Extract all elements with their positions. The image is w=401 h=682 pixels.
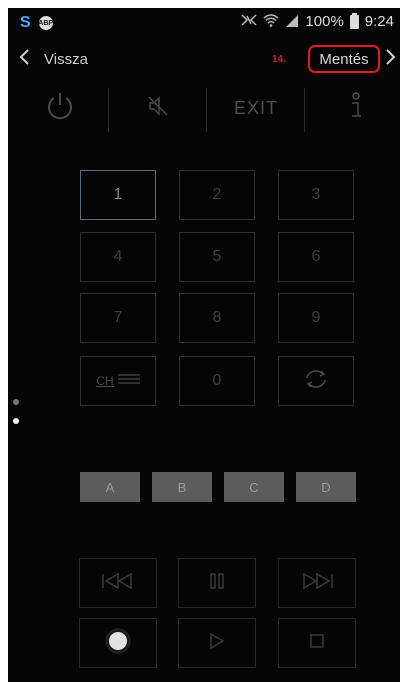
list-icon	[117, 372, 140, 390]
status-left: S ABP	[20, 14, 53, 32]
swap-button[interactable]	[278, 356, 354, 406]
skip-back-icon	[101, 572, 135, 594]
key-6[interactable]: 6	[278, 232, 354, 282]
stop-button[interactable]	[278, 618, 356, 668]
button-a[interactable]: A	[80, 472, 140, 502]
button-c[interactable]: C	[224, 472, 284, 502]
chevron-left-icon[interactable]	[18, 48, 30, 71]
key-3[interactable]: 3	[278, 170, 354, 220]
mute-button[interactable]	[132, 82, 184, 134]
channel-list-button[interactable]: CH	[80, 356, 156, 406]
skip-forward-button[interactable]	[278, 558, 356, 608]
stop-icon	[309, 633, 325, 654]
battery-percent: 100%	[305, 13, 344, 30]
wifi-icon	[263, 13, 279, 30]
key-2[interactable]: 2	[179, 170, 255, 220]
record-icon	[105, 628, 131, 659]
divider	[108, 88, 109, 132]
info-icon	[347, 91, 365, 125]
key-7[interactable]: 7	[80, 293, 156, 343]
play-icon	[209, 632, 225, 654]
button-d[interactable]: D	[296, 472, 356, 502]
key-4[interactable]: 4	[80, 232, 156, 282]
remote-screen: S ABP 100% 9:24 Vissza 14. Mentés EXIT 1…	[8, 8, 400, 682]
divider	[304, 88, 305, 132]
power-button[interactable]	[34, 82, 86, 134]
nfc-icon	[241, 14, 257, 29]
top-controls: EXIT	[8, 82, 400, 134]
clock: 9:24	[364, 13, 394, 30]
info-button[interactable]	[330, 82, 382, 134]
chevron-right-icon[interactable]	[385, 48, 397, 71]
nav-bar: Vissza 14. Mentés	[8, 45, 400, 74]
exit-label: EXIT	[233, 97, 278, 118]
play-button[interactable]	[178, 618, 256, 668]
page-dot-active[interactable]	[13, 418, 19, 424]
status-bar: S ABP 100% 9:24	[8, 8, 400, 36]
pause-icon	[210, 572, 224, 594]
divider	[206, 88, 207, 132]
key-0[interactable]: 0	[179, 356, 255, 406]
skip-back-button[interactable]	[79, 558, 157, 608]
pause-button[interactable]	[178, 558, 256, 608]
back-button[interactable]: Vissza	[44, 51, 88, 68]
mute-icon	[146, 94, 170, 123]
button-b[interactable]: B	[152, 472, 212, 502]
abp-icon: ABP	[38, 16, 53, 30]
key-9[interactable]: 9	[278, 293, 354, 343]
exit-button[interactable]: EXIT	[222, 82, 290, 134]
battery-icon	[349, 12, 359, 29]
swap-icon	[303, 368, 329, 395]
save-label: Mentés	[319, 50, 369, 68]
ch-label: CH	[96, 374, 114, 388]
step-marker: 14.	[272, 54, 286, 65]
signal-icon	[285, 14, 299, 30]
key-1[interactable]: 1	[80, 170, 156, 220]
key-5[interactable]: 5	[179, 232, 255, 282]
key-8[interactable]: 8	[179, 293, 255, 343]
status-right: 100% 9:24	[241, 12, 394, 30]
record-button[interactable]	[79, 618, 157, 668]
s-app-icon: S	[20, 14, 31, 31]
save-button[interactable]: Mentés	[308, 45, 380, 73]
power-icon	[45, 90, 75, 127]
skip-forward-icon	[300, 572, 334, 594]
page-dot[interactable]	[13, 399, 19, 405]
